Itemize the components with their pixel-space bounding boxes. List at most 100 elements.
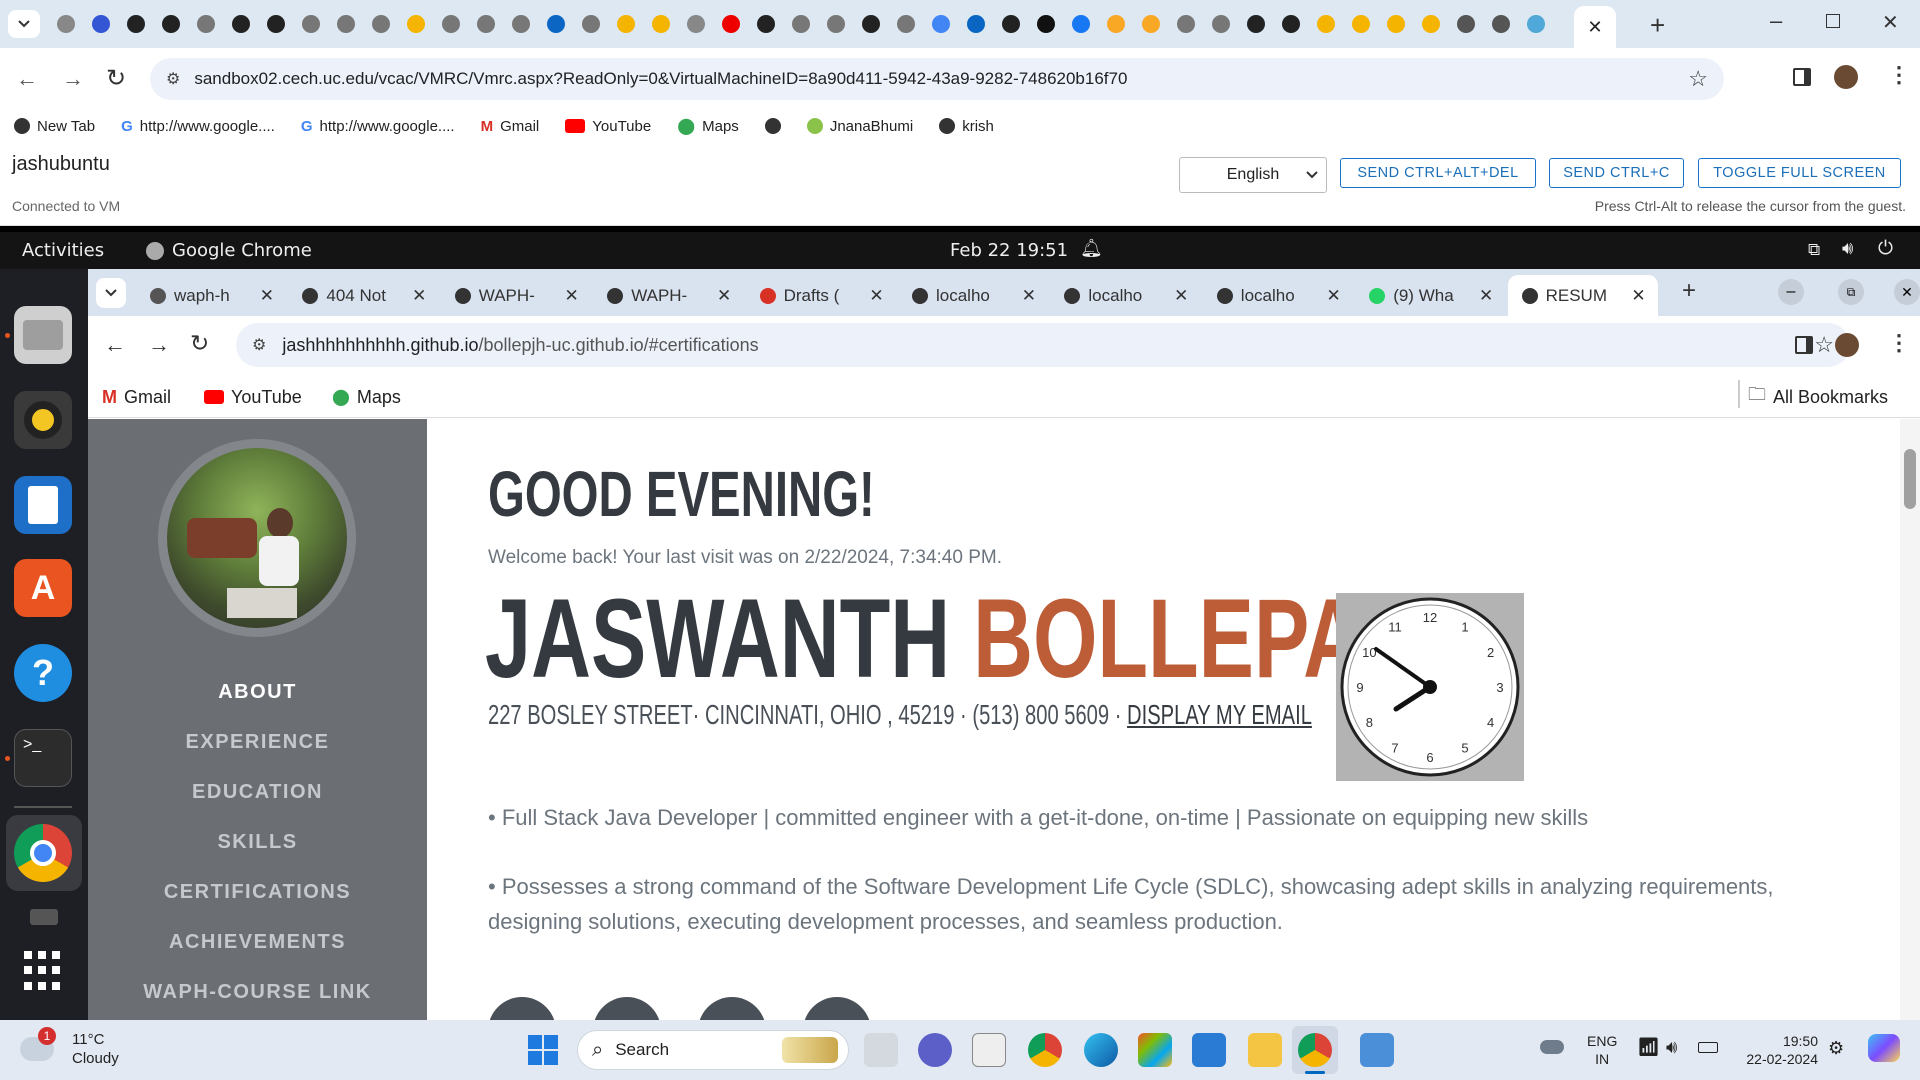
outer-tab[interactable] (958, 0, 993, 48)
tab-close-icon[interactable]: ✕ (412, 286, 426, 306)
outer-tab[interactable] (1413, 0, 1448, 48)
nav-education[interactable]: EDUCATION (88, 781, 427, 804)
tab-close-icon[interactable]: ✕ (1022, 286, 1036, 306)
chrome-dock-icon[interactable] (14, 824, 72, 882)
inner-close-icon[interactable]: ✕ (1894, 279, 1920, 305)
social-icon[interactable] (698, 997, 766, 1020)
outer-tab[interactable] (223, 0, 258, 48)
network-icon[interactable]: ⧉ (1808, 240, 1820, 260)
display-email-link[interactable]: DISPLAY MY EMAIL (1127, 699, 1312, 730)
forward-icon[interactable]: → (62, 66, 84, 92)
reload-icon[interactable]: ↻ (106, 64, 126, 93)
outer-tab[interactable] (1168, 0, 1203, 48)
site-info-icon[interactable]: ⚙ (252, 335, 266, 355)
copilot-icon[interactable] (1868, 1034, 1900, 1062)
inner-tab[interactable]: localho ✕ (1203, 275, 1353, 316)
outer-tab[interactable] (1448, 0, 1483, 48)
outer-tab[interactable] (153, 0, 188, 48)
outer-tab[interactable] (1273, 0, 1308, 48)
reload-icon[interactable]: ↻ (190, 330, 209, 357)
nav-achievements[interactable]: ACHIEVEMENTS (88, 931, 427, 954)
bookmark-globe[interactable] (764, 110, 781, 142)
outer-tab[interactable] (1308, 0, 1343, 48)
outer-tab[interactable] (468, 0, 503, 48)
social-icon[interactable] (488, 997, 556, 1020)
outer-tab[interactable] (188, 0, 223, 48)
outer-tab[interactable] (1378, 0, 1413, 48)
outer-tab[interactable] (853, 0, 888, 48)
inner-new-tab-icon[interactable]: + (1682, 277, 1696, 305)
outer-tab[interactable] (993, 0, 1028, 48)
files-icon[interactable] (14, 306, 72, 364)
tab-close-icon[interactable]: ✕ (869, 286, 883, 306)
tab-close-icon[interactable]: ✕ (1479, 286, 1493, 306)
bookmark-youtube[interactable]: YouTube (565, 110, 651, 142)
tab-close-icon[interactable]: ✕ (1174, 286, 1188, 306)
chrome-profile-taskbar-icon[interactable] (1298, 1033, 1332, 1067)
inner-tab[interactable]: Drafts (✕ (746, 275, 896, 316)
nav-skills[interactable]: SKILLS (88, 831, 427, 854)
bookmark-new-tab[interactable]: New Tab (14, 110, 95, 142)
outer-tab[interactable] (1518, 0, 1553, 48)
outer-tab[interactable] (748, 0, 783, 48)
outer-tab[interactable] (1343, 0, 1378, 48)
tab-close-icon[interactable]: ✕ (260, 286, 274, 306)
vscode-icon[interactable] (1192, 1033, 1226, 1067)
side-panel-icon[interactable] (1793, 68, 1811, 86)
bookmark-jnanabhumi[interactable]: JnanaBhumi (806, 110, 913, 142)
forward-icon[interactable]: → (148, 332, 170, 358)
profile-avatar[interactable] (1835, 333, 1859, 357)
outer-tab[interactable] (363, 0, 398, 48)
app-center-icon[interactable]: A (14, 559, 72, 617)
inner-tab[interactable]: 404 Not ✕ (288, 275, 438, 316)
inner-tab[interactable]: localho ✕ (898, 275, 1048, 316)
outer-tab[interactable] (118, 0, 153, 48)
writer-icon[interactable] (14, 476, 72, 534)
toggle-fullscreen-button[interactable]: TOGGLE FULL SCREEN (1698, 158, 1901, 188)
outer-active-tab[interactable]: ✕ (1574, 6, 1616, 48)
outer-tab[interactable] (1098, 0, 1133, 48)
bookmark-google-1[interactable]: Ghttp://www.google.... (121, 110, 275, 142)
task-view-icon[interactable] (864, 1033, 898, 1067)
outer-tab[interactable] (293, 0, 328, 48)
page-scrollbar[interactable] (1900, 419, 1920, 1020)
taskbar-search[interactable]: ⌕ Search (577, 1030, 849, 1070)
side-panel-icon[interactable] (1795, 336, 1813, 354)
onedrive-icon[interactable] (1540, 1040, 1564, 1054)
new-tab-icon[interactable]: + (1650, 10, 1665, 41)
bookmark-maps[interactable]: ⬤ Maps (677, 110, 739, 142)
uc-app-icon[interactable] (972, 1033, 1006, 1067)
inner-restore-icon[interactable]: ⧉ (1838, 279, 1864, 305)
tab-close-icon[interactable]: ✕ (717, 286, 731, 306)
notepad-icon[interactable] (1360, 1033, 1394, 1067)
send-ctrl-alt-del-button[interactable]: SEND CTRL+ALT+DEL (1340, 158, 1536, 188)
window-close-icon[interactable]: ✕ (1882, 10, 1899, 35)
nav-waph-course-link[interactable]: WAPH-COURSE LINK (88, 981, 427, 1004)
language-select[interactable]: English (1179, 157, 1327, 193)
close-tab-icon[interactable]: ✕ (1587, 17, 1602, 38)
bookmark-gmail[interactable]: M Gmail (481, 110, 540, 142)
outer-tab[interactable] (713, 0, 748, 48)
inner-tab[interactable]: RESUM ✕ (1507, 275, 1658, 316)
wifi-icon[interactable]: 📶︎ (1637, 1037, 1660, 1058)
outer-tab[interactable] (608, 0, 643, 48)
outer-tab[interactable] (433, 0, 468, 48)
star-icon[interactable]: ☆ (1814, 332, 1834, 358)
site-info-icon[interactable]: ⚙ (166, 69, 180, 89)
outer-tab[interactable] (538, 0, 573, 48)
outer-tab[interactable] (643, 0, 678, 48)
app-menu[interactable]: Google Chrome (146, 240, 312, 261)
activities-button[interactable]: Activities (22, 240, 104, 261)
outer-tab[interactable] (258, 0, 293, 48)
outer-tab[interactable] (573, 0, 608, 48)
bookmark-krish[interactable]: krish (939, 110, 994, 142)
outer-tab[interactable] (1483, 0, 1518, 48)
back-icon[interactable]: ← (104, 332, 126, 358)
nav-experience[interactable]: EXPERIENCE (88, 731, 427, 754)
outer-tab[interactable] (1203, 0, 1238, 48)
inner-tab[interactable]: localho ✕ (1050, 275, 1200, 316)
outer-tab[interactable] (328, 0, 363, 48)
help-icon[interactable]: ? (14, 644, 72, 702)
star-icon[interactable]: ☆ (1688, 66, 1708, 92)
store-icon[interactable] (1138, 1033, 1172, 1067)
